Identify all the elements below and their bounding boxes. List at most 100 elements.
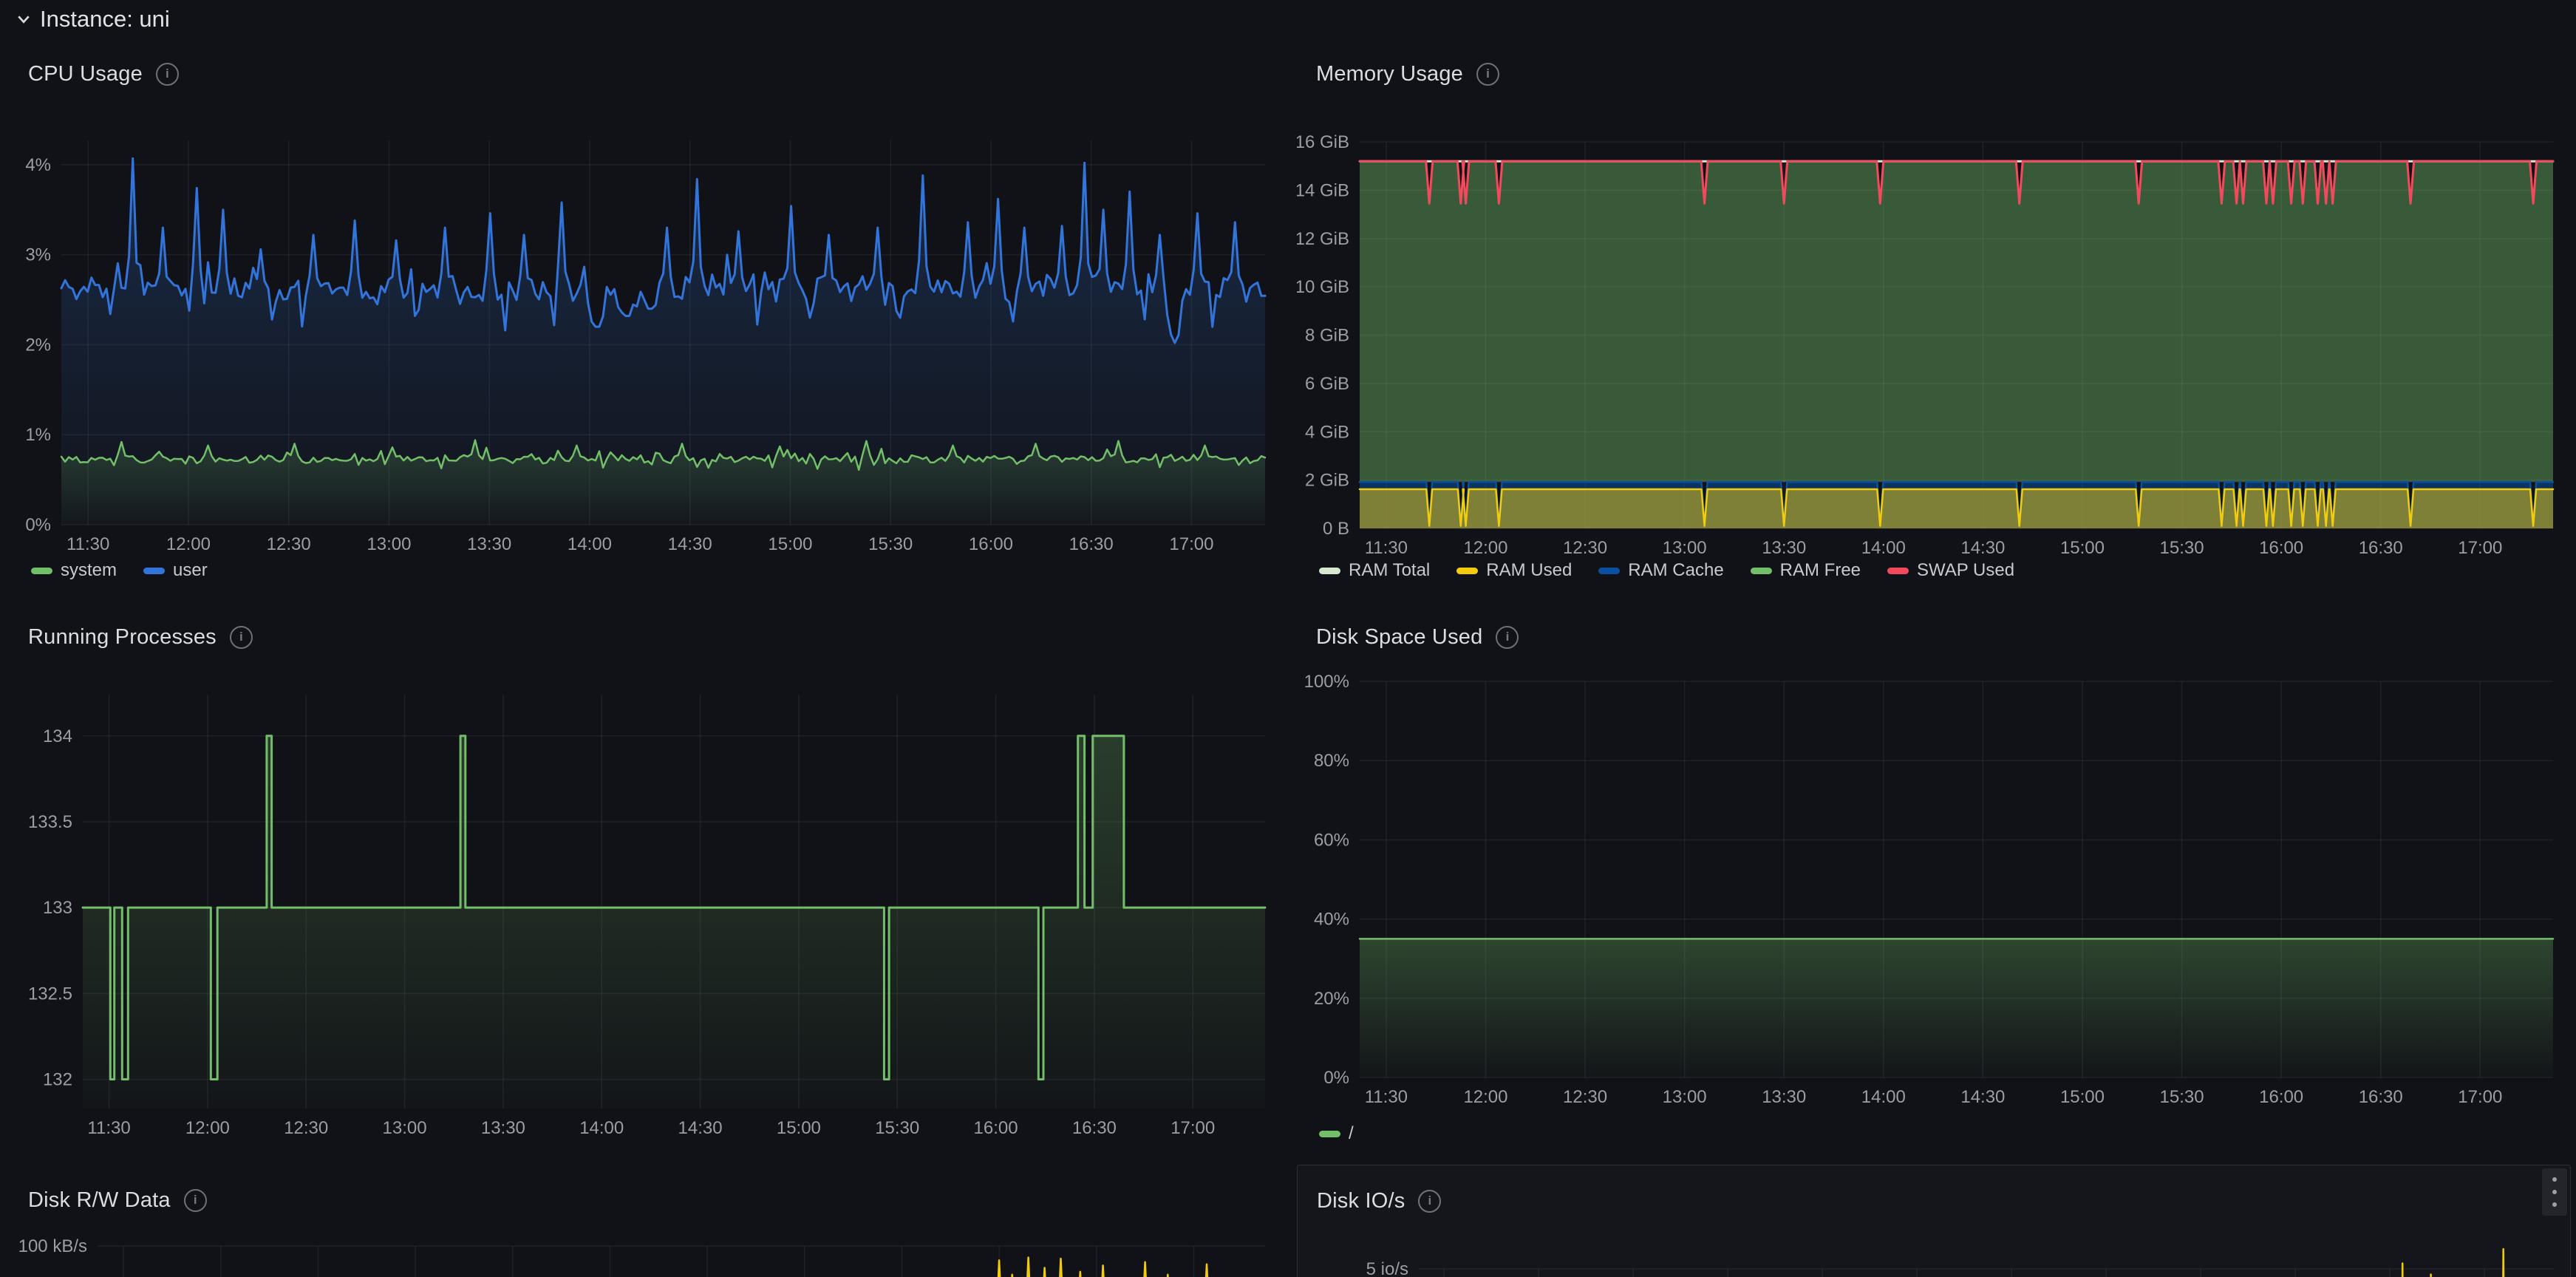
svg-text:12:30: 12:30 bbox=[267, 534, 311, 554]
svg-text:14 GiB: 14 GiB bbox=[1297, 180, 1349, 200]
cpu-usage-chart[interactable]: 11:3012:0012:3013:0013:3014:0014:3015:00… bbox=[9, 38, 1284, 596]
legend-item-system[interactable]: system bbox=[31, 560, 117, 581]
svg-text:16:30: 16:30 bbox=[2359, 1087, 2403, 1107]
svg-text:12:00: 12:00 bbox=[1463, 538, 1507, 558]
legend-swatch bbox=[1751, 568, 1772, 574]
svg-text:13:00: 13:00 bbox=[1663, 538, 1707, 558]
legend-item-ram-cache[interactable]: RAM Cache bbox=[1598, 560, 1723, 581]
svg-text:16:00: 16:00 bbox=[2259, 1087, 2303, 1107]
info-icon[interactable]: i bbox=[184, 1189, 207, 1212]
legend-item-swap-used[interactable]: SWAP Used bbox=[1887, 560, 2014, 581]
svg-text:11:30: 11:30 bbox=[87, 1118, 130, 1138]
info-icon[interactable]: i bbox=[1476, 63, 1499, 86]
memory-usage-chart[interactable]: 11:3012:0012:3013:0013:3014:0014:3015:00… bbox=[1297, 38, 2572, 596]
svg-text:13:00: 13:00 bbox=[367, 534, 411, 554]
svg-text:14:30: 14:30 bbox=[1960, 1087, 2005, 1107]
svg-text:0%: 0% bbox=[25, 515, 51, 535]
panel-title-disk-space-used[interactable]: Disk Space Used bbox=[1316, 625, 1482, 650]
disk-rw-data-chart[interactable]: 11:3012:0012:3013:0013:3014:0014:3015:00… bbox=[9, 1165, 1284, 1277]
running-processes-chart[interactable]: 11:3012:0012:3013:0013:3014:0014:3015:00… bbox=[9, 602, 1284, 1159]
legend-item-ram-used[interactable]: RAM Used bbox=[1456, 560, 1572, 581]
svg-text:12:30: 12:30 bbox=[1563, 538, 1607, 558]
svg-text:16:00: 16:00 bbox=[969, 534, 1013, 554]
svg-text:3%: 3% bbox=[25, 245, 51, 265]
svg-text:12:00: 12:00 bbox=[185, 1118, 230, 1138]
svg-text:12:00: 12:00 bbox=[166, 534, 211, 554]
panel-title-cpu-usage[interactable]: CPU Usage bbox=[28, 62, 143, 86]
svg-text:2%: 2% bbox=[25, 335, 51, 355]
memory-legend: RAM Total RAM Used RAM Cache RAM Free SWAP U… bbox=[1297, 557, 2572, 584]
svg-text:11:30: 11:30 bbox=[67, 534, 109, 554]
svg-text:14:30: 14:30 bbox=[678, 1118, 723, 1138]
disk-space-used-chart[interactable]: 11:3012:0012:3013:0013:3014:0014:3015:00… bbox=[1297, 602, 2572, 1159]
svg-text:4%: 4% bbox=[25, 155, 51, 175]
svg-text:16:30: 16:30 bbox=[1072, 1118, 1117, 1138]
svg-text:132: 132 bbox=[43, 1069, 72, 1089]
svg-text:15:30: 15:30 bbox=[2160, 1087, 2204, 1107]
info-icon[interactable]: i bbox=[1418, 1190, 1441, 1213]
legend-swatch bbox=[1319, 568, 1340, 574]
panel-running-processes: Running Processes i 11:3012:0012:3013:00… bbox=[9, 602, 1284, 1159]
svg-text:17:00: 17:00 bbox=[1171, 1118, 1215, 1138]
svg-text:60%: 60% bbox=[1314, 830, 1349, 850]
chevron-down-icon bbox=[15, 10, 33, 28]
row-title: Instance: uni bbox=[40, 6, 170, 33]
svg-text:132.5: 132.5 bbox=[28, 984, 72, 1004]
svg-text:14:00: 14:00 bbox=[568, 534, 612, 554]
info-icon[interactable]: i bbox=[230, 626, 253, 649]
svg-text:12:30: 12:30 bbox=[1563, 1087, 1607, 1107]
disk-io-chart[interactable]: 11:3012:0012:3013:0013:3014:0014:3015:00… bbox=[1298, 1165, 2569, 1277]
svg-text:133: 133 bbox=[43, 898, 72, 918]
panel-title-running-processes[interactable]: Running Processes bbox=[28, 625, 217, 650]
svg-text:0 B: 0 B bbox=[1323, 519, 1349, 539]
legend-swatch bbox=[1456, 568, 1478, 574]
svg-text:8 GiB: 8 GiB bbox=[1305, 326, 1349, 346]
svg-text:14:00: 14:00 bbox=[1861, 538, 1906, 558]
svg-text:13:30: 13:30 bbox=[1762, 1087, 1806, 1107]
panel-title-memory-usage[interactable]: Memory Usage bbox=[1316, 62, 1463, 86]
legend-item-ram-total[interactable]: RAM Total bbox=[1319, 560, 1430, 581]
legend-item--[interactable]: / bbox=[1319, 1123, 1354, 1144]
svg-text:15:00: 15:00 bbox=[768, 534, 812, 554]
svg-text:16:00: 16:00 bbox=[974, 1118, 1018, 1138]
panel-title-disk-rw-data[interactable]: Disk R/W Data bbox=[28, 1188, 171, 1213]
svg-text:0%: 0% bbox=[1323, 1068, 1349, 1088]
svg-text:14:00: 14:00 bbox=[1861, 1087, 1906, 1107]
svg-text:12 GiB: 12 GiB bbox=[1297, 229, 1349, 249]
svg-text:4 GiB: 4 GiB bbox=[1305, 422, 1349, 442]
svg-text:13:30: 13:30 bbox=[481, 1118, 525, 1138]
cpu-legend: system user bbox=[9, 557, 1284, 584]
svg-text:80%: 80% bbox=[1314, 751, 1349, 771]
svg-text:2 GiB: 2 GiB bbox=[1305, 471, 1349, 491]
panel-title-disk-io[interactable]: Disk IO/s bbox=[1317, 1189, 1405, 1213]
legend-label: user bbox=[173, 560, 208, 581]
row-header-instance[interactable]: Instance: uni bbox=[15, 6, 170, 33]
panel-disk-space-used: Disk Space Used i 11:3012:0012:3013:0013… bbox=[1297, 602, 2572, 1159]
svg-text:17:00: 17:00 bbox=[2458, 1087, 2502, 1107]
panel-menu-kebab-icon[interactable] bbox=[2542, 1168, 2567, 1216]
svg-text:15:30: 15:30 bbox=[868, 534, 913, 554]
legend-swatch bbox=[143, 568, 165, 574]
legend-label: RAM Used bbox=[1486, 560, 1572, 581]
svg-text:10 GiB: 10 GiB bbox=[1297, 277, 1349, 297]
svg-text:6 GiB: 6 GiB bbox=[1305, 374, 1349, 394]
svg-text:15:30: 15:30 bbox=[2160, 538, 2204, 558]
svg-text:16:00: 16:00 bbox=[2259, 538, 2303, 558]
svg-text:15:00: 15:00 bbox=[2060, 538, 2105, 558]
info-icon[interactable]: i bbox=[1496, 626, 1519, 649]
panel-disk-rw-data: Disk R/W Data i 11:3012:0012:3013:0013:3… bbox=[9, 1165, 1284, 1277]
legend-swatch bbox=[31, 568, 52, 574]
svg-text:14:30: 14:30 bbox=[668, 534, 712, 554]
svg-text:12:00: 12:00 bbox=[1463, 1087, 1507, 1107]
info-icon[interactable]: i bbox=[156, 63, 179, 86]
legend-label: RAM Total bbox=[1349, 560, 1430, 581]
svg-text:20%: 20% bbox=[1314, 989, 1349, 1009]
legend-swatch bbox=[1887, 568, 1909, 574]
panel-disk-io: Disk IO/s i 11:3012:0012:3013:0013:3014:… bbox=[1297, 1165, 2571, 1277]
svg-text:17:00: 17:00 bbox=[2458, 538, 2502, 558]
legend-label: RAM Cache bbox=[1628, 560, 1723, 581]
svg-text:14:00: 14:00 bbox=[579, 1118, 624, 1138]
legend-item-user[interactable]: user bbox=[143, 560, 208, 581]
svg-text:134: 134 bbox=[43, 726, 72, 746]
legend-item-ram-free[interactable]: RAM Free bbox=[1751, 560, 1861, 581]
